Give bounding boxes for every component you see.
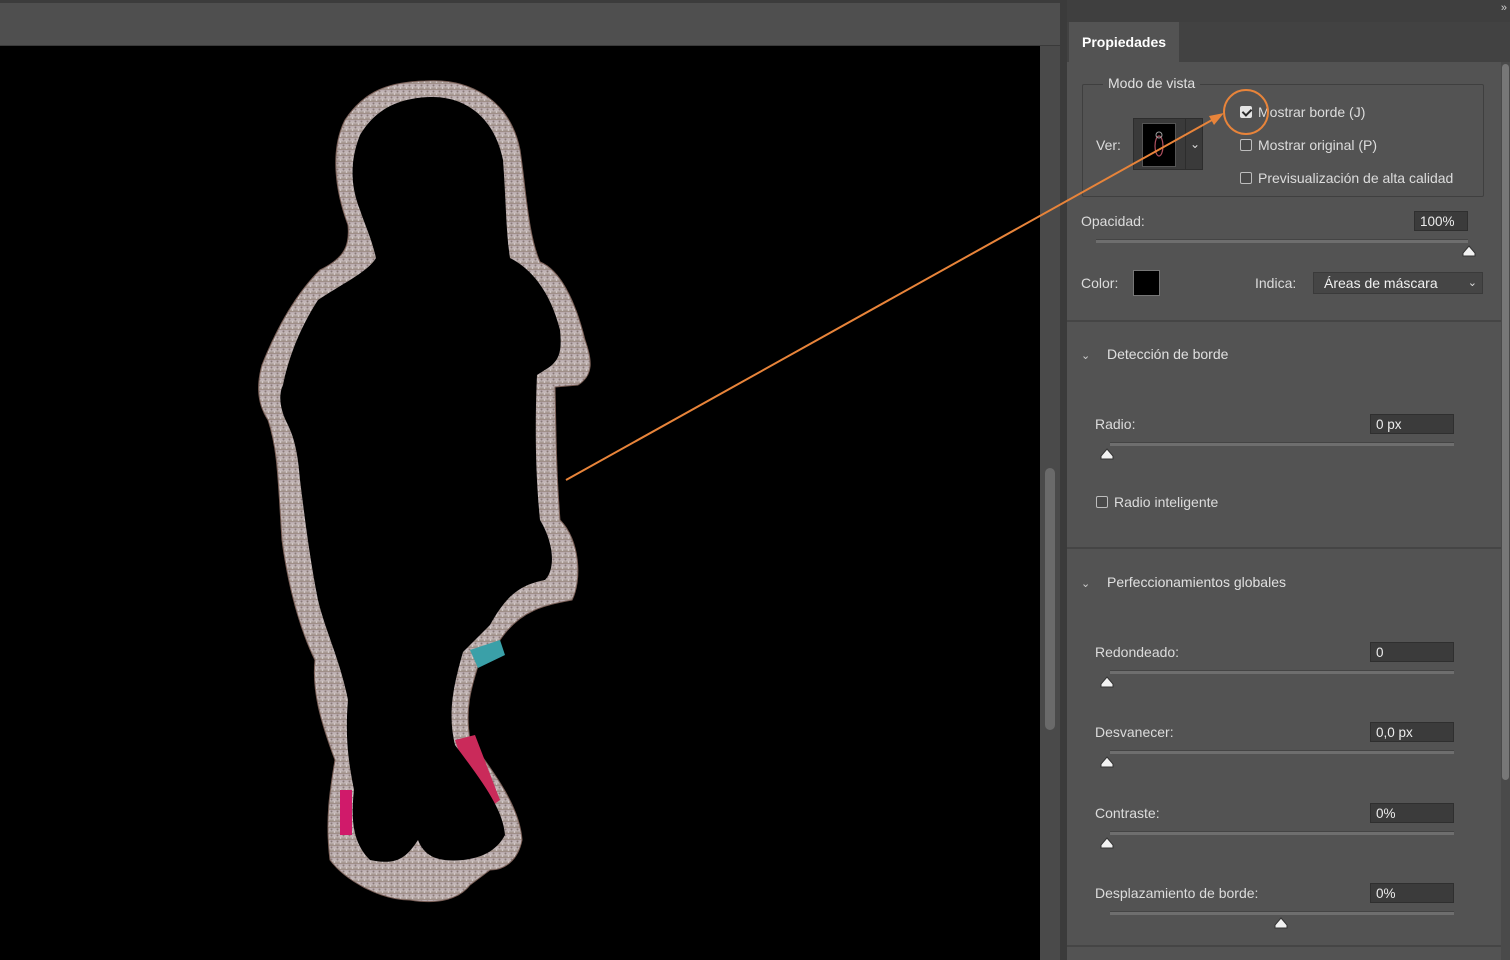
show-border-label[interactable]: Mostrar borde (J) <box>1258 104 1365 120</box>
indica-label: Indica: <box>1255 275 1297 291</box>
opacity-field[interactable]: 100% <box>1414 211 1468 231</box>
collapse-panel-icon[interactable]: » <box>1501 2 1507 14</box>
show-original-label[interactable]: Mostrar original (P) <box>1258 137 1377 153</box>
opacity-slider-handle[interactable] <box>1462 245 1476 257</box>
global-refinements-title: Perfeccionamientos globales <box>1107 574 1286 590</box>
smooth-label: Redondeado: <box>1095 644 1180 660</box>
feather-label: Desvanecer: <box>1095 724 1174 740</box>
radius-slider-handle[interactable] <box>1100 448 1114 460</box>
edge-detection-header[interactable]: ⌄ Detección de borde <box>1081 346 1228 362</box>
smooth-field[interactable]: 0 <box>1370 642 1454 662</box>
indica-dropdown[interactable]: Áreas de máscara ⌄ <box>1313 272 1483 294</box>
view-picker-divider <box>1185 118 1186 170</box>
contrast-label: Contraste: <box>1095 805 1160 821</box>
edge-detection-title: Detección de borde <box>1107 346 1229 362</box>
hq-preview-checkbox[interactable] <box>1240 172 1252 184</box>
shift-edge-field[interactable]: 0% <box>1370 883 1454 903</box>
chevron-down-icon[interactable]: ⌄ <box>1187 118 1203 170</box>
section-separator <box>1067 320 1501 322</box>
view-mode-legend: Modo de vista <box>1103 75 1201 91</box>
document-tab-strip <box>0 0 1060 46</box>
properties-panel: » Propiedades Modo de vista Ver: ⌄ Mostr… <box>1067 0 1510 960</box>
contrast-field[interactable]: 0% <box>1370 803 1454 823</box>
shift-edge-slider-track[interactable] <box>1110 911 1454 915</box>
section-separator <box>1067 547 1501 549</box>
hq-preview-label[interactable]: Previsualización de alta calidad <box>1258 170 1453 186</box>
radius-field[interactable]: 0 px <box>1370 414 1454 434</box>
chevron-down-icon: ⌄ <box>1467 277 1477 289</box>
panel-vertical-scrollbar[interactable] <box>1501 62 1510 960</box>
shift-edge-label: Desplazamiento de borde: <box>1095 885 1259 901</box>
color-label: Color: <box>1081 275 1119 291</box>
panel-tab-bar: Propiedades <box>1067 22 1510 62</box>
tab-properties[interactable]: Propiedades <box>1069 22 1179 62</box>
smooth-slider-handle[interactable] <box>1100 676 1114 688</box>
panel-divider <box>1060 0 1067 960</box>
child-silhouette-border <box>258 80 591 903</box>
smooth-slider-track[interactable] <box>1110 670 1454 674</box>
contrast-slider-track[interactable] <box>1110 831 1454 835</box>
shift-edge-slider-handle[interactable] <box>1274 917 1288 929</box>
panel-header-strip: » <box>1067 0 1510 22</box>
feather-slider-track[interactable] <box>1110 750 1454 754</box>
global-refinements-header[interactable]: ⌄ Perfeccionamientos globales <box>1081 574 1286 590</box>
chevron-down-icon: ⌄ <box>1081 578 1091 590</box>
contrast-slider-handle[interactable] <box>1100 837 1114 849</box>
feather-field[interactable]: 0,0 px <box>1370 722 1454 742</box>
view-label: Ver: <box>1096 137 1121 153</box>
shoe-accent-left <box>340 790 352 835</box>
indica-value: Áreas de máscara <box>1324 275 1438 291</box>
smart-radius-checkbox[interactable] <box>1096 496 1108 508</box>
smart-radius-label[interactable]: Radio inteligente <box>1114 494 1218 510</box>
radius-slider-track[interactable] <box>1110 442 1454 446</box>
view-mode-thumbnail <box>1142 123 1176 167</box>
show-border-checkbox[interactable] <box>1240 106 1252 118</box>
image-canvas[interactable] <box>0 46 1040 960</box>
radius-label: Radio: <box>1095 416 1136 432</box>
silhouette-thumbnail-icon <box>1154 131 1164 157</box>
canvas-vertical-scrollbar[interactable] <box>1040 46 1060 960</box>
opacity-label: Opacidad: <box>1081 213 1145 229</box>
chevron-down-icon: ⌄ <box>1081 350 1091 362</box>
panel-scroll-thumb[interactable] <box>1502 64 1509 780</box>
feather-slider-handle[interactable] <box>1100 756 1114 768</box>
show-original-checkbox[interactable] <box>1240 139 1252 151</box>
canvas-scroll-thumb[interactable] <box>1045 468 1055 730</box>
section-separator <box>1067 945 1501 947</box>
color-swatch[interactable] <box>1133 270 1160 296</box>
opacity-slider-track[interactable] <box>1096 239 1468 243</box>
